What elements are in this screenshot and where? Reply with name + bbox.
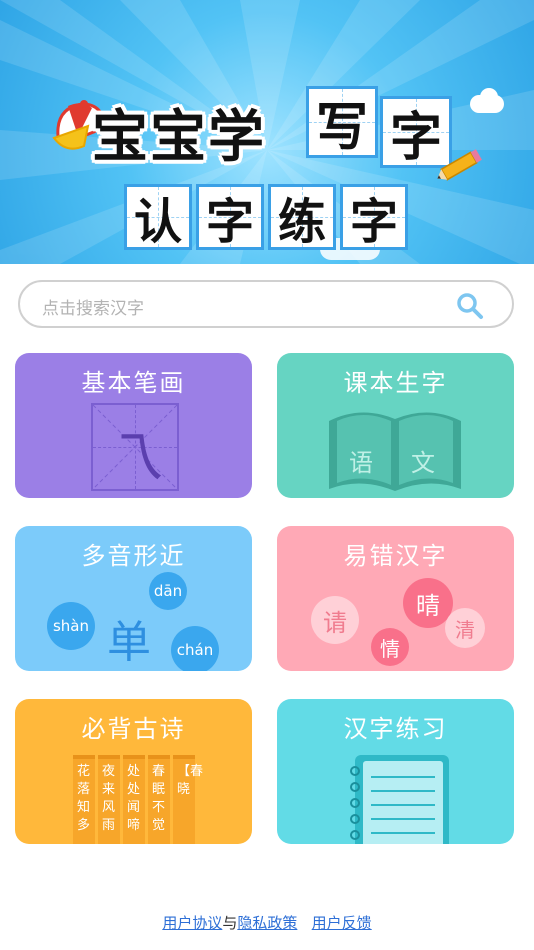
- main-char: 单: [107, 617, 151, 668]
- card-title: 多音形近: [81, 542, 186, 570]
- footer-links: 用户协议与隐私政策 用户反馈: [0, 912, 534, 933]
- card-textbook-chars[interactable]: 课本生字 语 文: [277, 353, 514, 498]
- card-practice[interactable]: 汉字练习: [277, 699, 514, 844]
- pencil-icon: [437, 149, 482, 181]
- confused-char-qing1: 请: [311, 596, 359, 644]
- search-placeholder: 点击搜索汉字: [42, 299, 144, 319]
- card-polyphonic[interactable]: 多音形近 dān shàn chán 单: [15, 526, 252, 671]
- banner-grid-char-1: 写: [306, 86, 378, 158]
- search-icon[interactable]: [456, 292, 484, 320]
- book-char-right: 文: [411, 449, 435, 477]
- search-bar[interactable]: 点击搜索汉字: [18, 280, 514, 328]
- user-feedback-link[interactable]: 用户反馈: [312, 914, 372, 932]
- poem-column: 处处闻啼: [123, 755, 145, 844]
- card-title: 课本生字: [343, 369, 448, 397]
- poem-column: 【春晓: [173, 755, 203, 844]
- footer-and: 与: [222, 914, 238, 932]
- user-agreement-link[interactable]: 用户协议: [162, 914, 222, 932]
- card-basic-strokes[interactable]: 基本笔画 乁: [15, 353, 252, 498]
- banner-title: 宝宝学: [92, 104, 266, 170]
- poem-column: 花落知多: [73, 755, 95, 844]
- pinyin-bubble-dan: dān: [149, 572, 187, 610]
- book-icon: [329, 412, 461, 491]
- banner-sub-char-4: 字: [340, 184, 408, 250]
- poem-scroll: 花落知多 夜来风雨 处处闻啼 春眠不觉 【春晓: [73, 755, 203, 844]
- cloud-right-2: [480, 88, 498, 106]
- banner-sub-char-1: 认: [124, 184, 192, 250]
- stroke-glyph: 乁: [107, 426, 163, 491]
- confused-char-qing3: 情: [371, 628, 409, 666]
- poem-column: 夜来风雨: [98, 755, 120, 844]
- app-banner: 宝宝学 写 字 认 字 练 字: [0, 0, 534, 264]
- card-confusing-chars[interactable]: 易错汉字 请 晴 情 清: [277, 526, 514, 671]
- card-classic-poems[interactable]: 必背古诗 花落知多 夜来风雨 处处闻啼 春眠不觉 【春晓: [15, 699, 252, 844]
- banner-sub-char-3: 练: [268, 184, 336, 250]
- card-title: 易错汉字: [343, 542, 448, 570]
- card-title: 必背古诗: [81, 715, 186, 743]
- pinyin-bubble-shan: shàn: [47, 602, 95, 650]
- privacy-policy-link[interactable]: 隐私政策: [237, 914, 297, 932]
- tianzi-grid: 乁: [91, 403, 179, 491]
- pinyin-bubble-chan: chán: [171, 626, 219, 671]
- confused-char-qing4: 清: [445, 608, 485, 648]
- book-char-left: 语: [349, 449, 373, 477]
- banner-sub-char-2: 字: [196, 184, 264, 250]
- card-title: 基本笔画: [81, 369, 186, 397]
- card-title: 汉字练习: [343, 715, 448, 743]
- notebook-icon: [350, 755, 449, 844]
- poem-column: 春眠不觉: [148, 755, 170, 844]
